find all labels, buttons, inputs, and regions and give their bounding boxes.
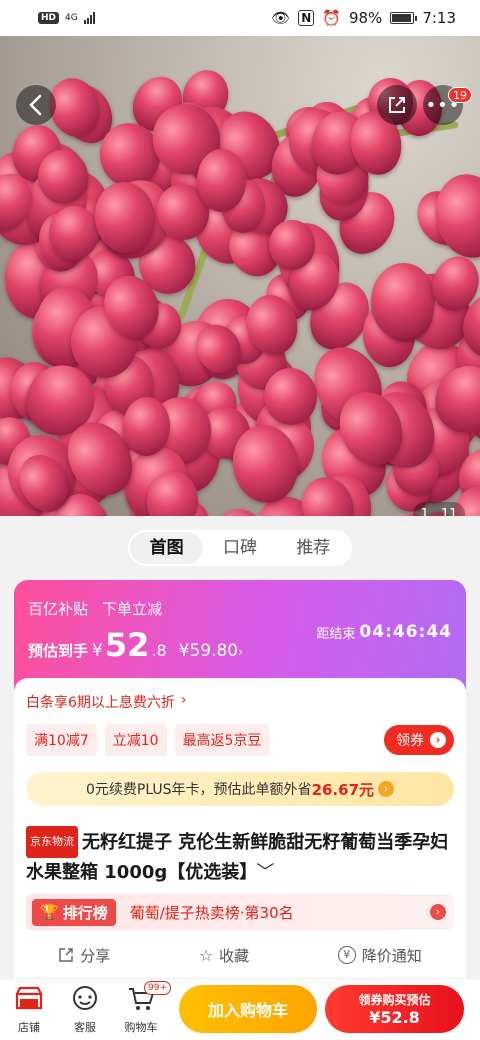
favorite-label: 收藏 (219, 946, 250, 965)
countdown-label: 距结束 (316, 626, 356, 642)
subsidy-tag: 百亿补贴 (28, 600, 89, 618)
baitiao-offer[interactable]: 白条享6期以上息费六折 › (26, 692, 187, 712)
plus-saving: 26.67元 (311, 780, 375, 799)
nfc-icon: N (298, 10, 315, 26)
baitiao-text: 白条享6期以上息费六折 (26, 695, 175, 711)
share-action[interactable]: 分享 (58, 945, 110, 966)
share-button[interactable] (377, 85, 417, 125)
discount-tag: 下单立减 (102, 600, 163, 618)
shop-button[interactable]: 店铺 (4, 985, 54, 1035)
chevron-down-icon[interactable]: ﹀ (256, 862, 274, 883)
battery-percent: 98% (348, 9, 383, 27)
page-total: 11 (440, 506, 458, 517)
signal-icon (83, 12, 95, 24)
alarm-icon: ⏰ (322, 9, 341, 27)
buy-now-price: ¥52.8 (369, 1008, 420, 1027)
price-row: 预估到手 ¥ 52 .8 ¥59.80 › (28, 626, 243, 664)
back-button[interactable] (16, 85, 56, 125)
chevron-right-icon: › (430, 904, 446, 920)
battery-icon (390, 12, 418, 24)
favorite-action[interactable]: ☆ 收藏 (199, 945, 249, 966)
get-coupon-label: 领券 (396, 733, 424, 749)
share-icon (59, 948, 74, 962)
coupon-row: 满10减7 立减10 最高返5京豆 领券 › (26, 724, 454, 756)
price-alert-action[interactable]: ¥ 降价通知 (337, 945, 422, 966)
battery-fill (392, 14, 412, 22)
customer-service-label: 客服 (74, 1021, 96, 1034)
status-bar: HD 4G 👁 N ⏰ 98% 7:13 (0, 0, 480, 36)
price-tag-icon: ¥ (337, 946, 356, 964)
ranking-badge: 🏆 排行榜 (32, 898, 116, 926)
plus-membership-bar[interactable]: 0元续费PLUS年卡，预估此单额外省 26.67元 › (26, 772, 454, 806)
currency-symbol: ¥ (92, 641, 103, 661)
countdown-time: 04:46:44 (359, 622, 452, 642)
ranking-text: 葡萄/提子热卖榜·第30名 (129, 903, 294, 922)
shop-icon (4, 985, 54, 1013)
coupon-3[interactable]: 最高返5京豆 (174, 724, 270, 756)
coupon-2[interactable]: 立减10 (104, 724, 167, 756)
share-icon (389, 97, 405, 113)
shop-label: 店铺 (18, 1021, 40, 1034)
price-alert-label: 降价通知 (361, 946, 422, 965)
notification-badge: 19 (448, 87, 472, 103)
get-coupon-button[interactable]: 领券 › (384, 725, 454, 755)
image-page-indicator: 1 11 (413, 502, 465, 516)
trophy-icon: 🏆 (40, 903, 59, 921)
product-title-text: 无籽红提子 克伦生新鲜脆甜无籽葡萄当季孕妇水果整箱 1000g【优选装】 (26, 832, 449, 883)
estimated-label: 预估到手 (28, 642, 89, 660)
add-to-cart-button[interactable]: 加入购物车 (179, 985, 317, 1033)
cart-badge: 99+ (144, 981, 171, 995)
chevron-right-icon: › (180, 692, 187, 708)
tab-main-image[interactable]: 首图 (130, 532, 204, 564)
star-icon: ☆ (198, 945, 214, 965)
hd-badge: HD (38, 12, 60, 24)
original-price[interactable]: ¥59.80 (179, 641, 238, 661)
chevron-right-icon: › (430, 732, 446, 748)
network-type: 4G (65, 12, 78, 23)
cart-label: 购物车 (124, 1021, 158, 1034)
coupon-1[interactable]: 满10减7 (26, 724, 97, 756)
bottom-bar: 店铺 客服 99+ 购物车 加入购物车 领券购买预估 ¥52.8 (0, 978, 480, 1040)
ranking-bar[interactable]: 🏆 排行榜 葡萄/提子热卖榜·第30名 › (26, 894, 454, 930)
chevron-right-icon: › (378, 781, 395, 797)
product-info-card: 白条享6期以上息费六折 › 满10减7 立减10 最高返5京豆 领券 › 0元续… (14, 678, 466, 978)
tab-recommend[interactable]: 推荐 (277, 532, 350, 564)
clock: 7:13 (422, 9, 456, 27)
product-title: 京东物流 无籽红提子 克伦生新鲜脆甜无籽葡萄当季孕妇水果整箱 1000g【优选装】… (26, 826, 456, 888)
price-decimal: .8 (151, 641, 167, 660)
status-left: HD 4G (38, 12, 95, 24)
tab-reviews[interactable]: 口碑 (203, 532, 276, 564)
share-label: 分享 (80, 946, 111, 965)
plus-text: 0元续费PLUS年卡，预估此单额外省 (85, 782, 312, 798)
grape (427, 167, 480, 264)
ranking-badge-label: 排行榜 (62, 903, 108, 922)
customer-service-button[interactable]: 客服 (60, 985, 110, 1035)
chevron-right-icon: › (238, 645, 243, 659)
tabs-section: 首图 口碑 推荐 (0, 516, 480, 578)
grape (196, 148, 247, 213)
cart-button[interactable]: 99+ 购物车 (116, 981, 171, 1035)
promo-tags: 百亿补贴 下单立减 (28, 598, 162, 619)
status-right: 👁 N ⏰ 98% 7:13 (271, 9, 456, 27)
buy-now-label: 领券购买预估 (358, 993, 431, 1007)
product-image[interactable]: ••• 19 1 11 (0, 36, 480, 516)
grape (268, 219, 316, 271)
action-row: 分享 ☆ 收藏 ¥ 降价通知 (14, 940, 466, 970)
promo-banner: 百亿补贴 下单立减 预估到手 ¥ 52 .8 ¥59.80 › 距结束 04:4… (14, 580, 466, 690)
price-integer: 52 (104, 626, 150, 664)
countdown: 距结束 04:46:44 (316, 622, 452, 642)
chat-icon (60, 985, 110, 1013)
jd-logistics-tag: 京东物流 (26, 826, 78, 858)
page-current: 1 (420, 506, 429, 517)
eye-icon: 👁 (271, 9, 291, 27)
chevron-left-icon (29, 94, 42, 116)
buy-now-button[interactable]: 领券购买预估 ¥52.8 (325, 985, 464, 1033)
tab-bar: 首图 口碑 推荐 (128, 530, 352, 566)
